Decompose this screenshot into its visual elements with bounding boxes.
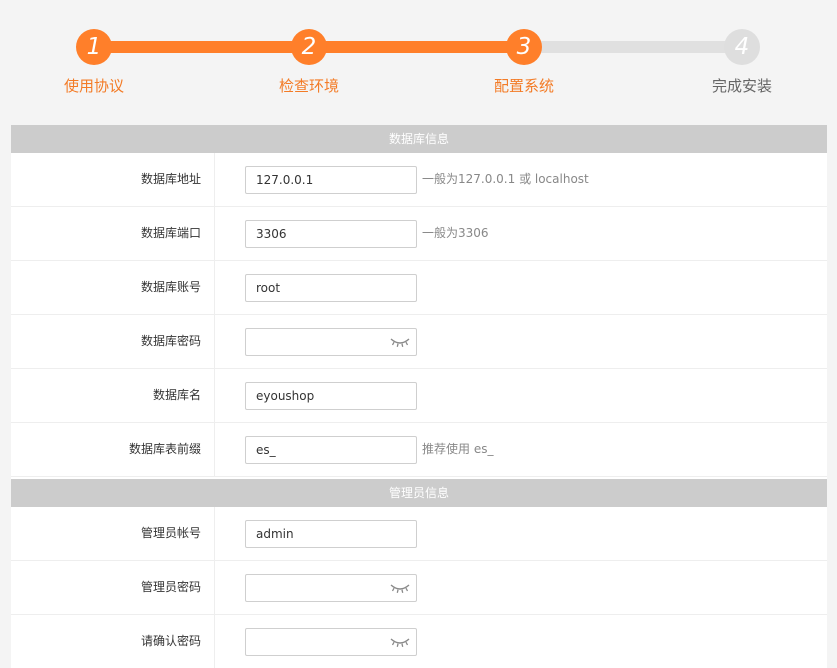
step-number: 1 — [76, 29, 112, 65]
field-label: 数据库地址 — [140, 172, 201, 186]
db-host-input[interactable]: 127.0.0.1 — [245, 166, 417, 194]
field-hint: 推荐使用 es_ — [422, 442, 494, 456]
form-row-db-name: 数据库名 eyoushop — [11, 369, 827, 423]
section-header-database: 数据库信息 — [11, 125, 827, 153]
form-row-db-port: 数据库端口 3306 一般为3306 — [11, 207, 827, 261]
input-value: root — [256, 281, 281, 295]
eye-closed-icon[interactable] — [390, 636, 410, 648]
form-row-admin-password: 管理员密码 — [11, 561, 827, 615]
field-label: 数据库表前缀 — [128, 442, 201, 456]
form-row-admin-user: 管理员帐号 admin — [11, 507, 827, 561]
db-user-input[interactable]: root — [245, 274, 417, 302]
db-password-input[interactable] — [245, 328, 417, 356]
progress-track-remaining — [524, 41, 742, 53]
field-label: 数据库密码 — [140, 334, 201, 348]
eye-closed-icon[interactable] — [390, 582, 410, 594]
step-number: 3 — [506, 29, 542, 65]
db-port-input[interactable]: 3306 — [245, 220, 417, 248]
section-header-admin: 管理员信息 — [11, 479, 827, 507]
admin-user-input[interactable]: admin — [245, 520, 417, 548]
field-label: 数据库名 — [152, 388, 201, 402]
step-label: 配置系统 — [493, 77, 554, 95]
install-stepper: 1 使用协议 2 检查环境 3 配置系统 4 完成安装 — [0, 0, 837, 110]
step-label: 检查环境 — [278, 77, 339, 95]
field-label: 数据库账号 — [140, 280, 201, 294]
field-hint: 一般为3306 — [422, 226, 489, 240]
admin-password-input[interactable] — [245, 574, 417, 602]
eye-closed-icon[interactable] — [390, 336, 410, 348]
input-value: 127.0.0.1 — [256, 173, 314, 187]
admin-password-confirm-input[interactable] — [245, 628, 417, 656]
step-number: 2 — [291, 29, 327, 65]
field-label: 数据库端口 — [140, 226, 201, 240]
field-hint: 一般为127.0.0.1 或 localhost — [422, 172, 589, 186]
install-config-form: 数据库信息 数据库地址 127.0.0.1 一般为127.0.0.1 或 loc… — [11, 125, 827, 668]
input-value: es_ — [256, 443, 276, 457]
db-name-input[interactable]: eyoushop — [245, 382, 417, 410]
db-prefix-input[interactable]: es_ — [245, 436, 417, 464]
form-row-db-user: 数据库账号 root — [11, 261, 827, 315]
input-value: admin — [256, 527, 294, 541]
form-row-db-prefix: 数据库表前缀 es_ 推荐使用 es_ — [11, 423, 827, 477]
step-label: 完成安装 — [711, 77, 772, 95]
form-row-admin-password-confirm: 请确认密码 — [11, 615, 827, 668]
field-label: 管理员密码 — [140, 580, 201, 594]
form-row-db-host: 数据库地址 127.0.0.1 一般为127.0.0.1 或 localhost — [11, 153, 827, 207]
input-value: eyoushop — [256, 389, 315, 403]
step-label: 使用协议 — [63, 77, 124, 95]
step-number: 4 — [724, 29, 760, 65]
field-label: 管理员帐号 — [140, 526, 201, 540]
input-value: 3306 — [256, 227, 287, 241]
field-label: 请确认密码 — [140, 634, 201, 648]
form-row-db-password: 数据库密码 — [11, 315, 827, 369]
